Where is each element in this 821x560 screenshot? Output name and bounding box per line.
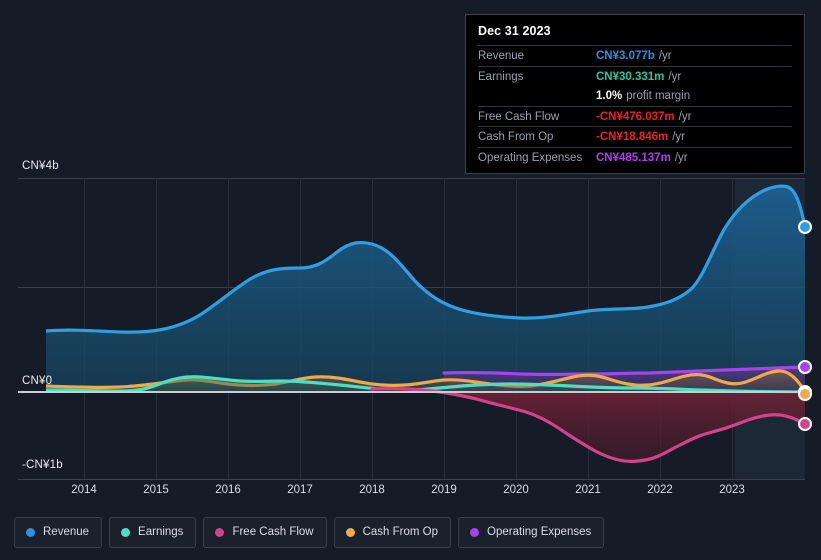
tooltip-row-earnings: Earnings CN¥30.331m /yr <box>478 65 792 87</box>
legend-dot-cash-from-op-icon <box>345 528 355 537</box>
legend-item-free-cash-flow[interactable]: Free Cash Flow <box>203 517 327 548</box>
endpoint-operating-expenses <box>798 360 812 374</box>
tooltip-row-free-cash-flow: Free Cash Flow -CN¥476.037m /yr <box>478 105 792 127</box>
x-axis-label-2014: 2014 <box>71 484 97 496</box>
y-axis-label-bottom: -CN¥1b <box>22 459 63 471</box>
tooltip-value-profit-margin: 1.0% <box>596 90 623 102</box>
legend-label-cash-from-op: Cash From Op <box>362 526 439 538</box>
x-axis-label-2021: 2021 <box>575 484 601 496</box>
legend-label-operating-expenses: Operating Expenses <box>487 526 592 538</box>
legend-item-revenue[interactable]: Revenue <box>14 517 103 548</box>
tooltip-unit-operating-expenses: /yr <box>674 151 688 164</box>
legend-label-revenue: Revenue <box>43 526 90 538</box>
x-axis-label-2019: 2019 <box>431 484 457 496</box>
tooltip-unit-earnings: /yr <box>668 70 682 83</box>
x-axis-label-2022: 2022 <box>647 484 673 496</box>
legend-item-operating-expenses[interactable]: Operating Expenses <box>458 517 605 548</box>
tooltip-value-operating-expenses: CN¥485.137m <box>596 151 671 164</box>
x-axis-label-2015: 2015 <box>143 484 169 496</box>
legend-dot-free-cash-flow-icon <box>215 528 225 537</box>
x-axis-label-2020: 2020 <box>503 484 529 496</box>
tooltip-unit-revenue: /yr <box>658 50 672 62</box>
tooltip-label-operating-expenses: Operating Expenses <box>478 151 583 164</box>
endpoint-cash-from-op <box>798 387 812 401</box>
legend-item-cash-from-op[interactable]: Cash From Op <box>333 517 452 548</box>
data-tooltip: Dec 31 2023 Revenue CN¥3.077b /yr Earnin… <box>465 14 805 174</box>
tooltip-value-revenue: CN¥3.077b <box>596 50 655 62</box>
tooltip-label-earnings: Earnings <box>478 70 524 83</box>
chart-legend: Revenue Earnings Free Cash Flow Cash Fro… <box>14 517 605 548</box>
tooltip-row-operating-expenses: Operating Expenses CN¥485.137m /yr <box>478 146 792 168</box>
tooltip-value-earnings: CN¥30.331m <box>596 70 665 83</box>
legend-dot-revenue-icon <box>26 528 35 537</box>
tooltip-unit-profit-margin: profit margin <box>626 90 691 102</box>
legend-dot-earnings-icon <box>121 528 131 537</box>
tooltip-value-cash-from-op: -CN¥18.846m <box>596 131 669 143</box>
y-axis-label-top: CN¥4b <box>22 160 59 172</box>
legend-label-earnings: Earnings <box>138 526 184 538</box>
x-axis-label-2018: 2018 <box>359 484 385 496</box>
x-axis-label-2016: 2016 <box>215 484 241 496</box>
tooltip-row-revenue: Revenue CN¥3.077b /yr <box>478 45 792 66</box>
tooltip-unit-free-cash-flow: /yr <box>678 110 692 123</box>
tooltip-label-cash-from-op: Cash From Op <box>478 131 554 143</box>
y-axis-label-zero: CN¥0 <box>22 375 53 387</box>
tooltip-row-profit-margin: 1.0% profit margin <box>478 86 792 106</box>
legend-item-earnings[interactable]: Earnings <box>109 517 197 548</box>
tooltip-row-cash-from-op: Cash From Op -CN¥18.846m /yr <box>478 126 792 147</box>
financial-chart-widget: CN¥4b CN¥0 -CN¥1b 2014 2015 2016 2017 20… <box>0 0 821 560</box>
endpoint-free-cash-flow <box>798 417 812 431</box>
tooltip-label-free-cash-flow: Free Cash Flow <box>478 110 560 123</box>
x-axis-label-2017: 2017 <box>287 484 313 496</box>
endpoint-revenue <box>798 220 812 234</box>
legend-label-free-cash-flow: Free Cash Flow <box>232 526 314 538</box>
legend-dot-operating-expenses-icon <box>470 528 480 537</box>
tooltip-label-revenue: Revenue <box>478 50 525 62</box>
x-axis-label-2023: 2023 <box>719 484 745 496</box>
tooltip-date: Dec 31 2023 <box>478 24 551 38</box>
tooltip-value-free-cash-flow: -CN¥476.037m <box>596 110 675 123</box>
tooltip-unit-cash-from-op: /yr <box>672 131 686 143</box>
